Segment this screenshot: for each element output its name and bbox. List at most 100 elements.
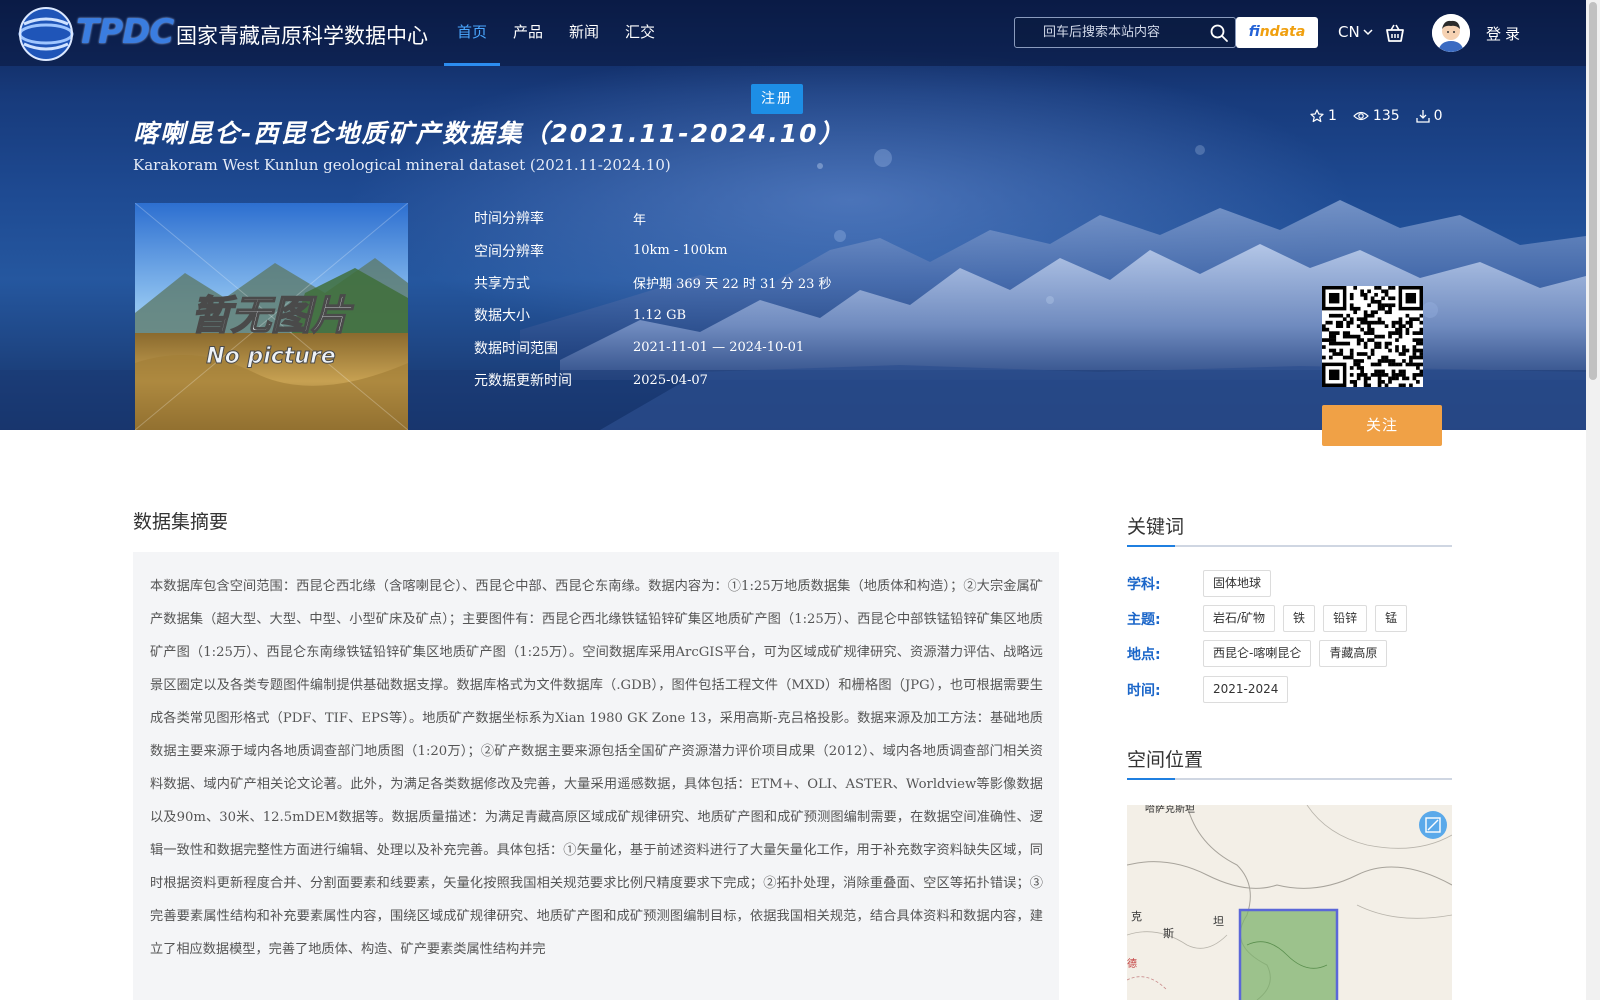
site-logo[interactable]: TPDC 国家青藏高原科学数据中心	[16, 4, 428, 64]
abstract-panel: 本数据库包含空间范围：西昆仑西北缘（含喀喇昆仑）、西昆仑中部、西昆仑东南缘。数据…	[133, 552, 1059, 1000]
keyword-tag[interactable]: 锰	[1375, 605, 1408, 632]
downloads-count: 0	[1433, 108, 1443, 124]
info-value-metadata-updated: 2025-04-07	[633, 372, 708, 388]
menu-item-products[interactable]: 产品	[500, 0, 556, 66]
keyword-tag[interactable]: 铅锌	[1323, 605, 1368, 632]
language-switcher[interactable]: CN	[1338, 23, 1374, 41]
dataset-hero: TPDC 国家青藏高原科学数据中心 首页 产品 新闻 汇交 findata CN	[0, 0, 1586, 430]
info-row: 元数据更新时间 2025-04-07	[474, 364, 974, 396]
info-value-time-range: 2021-11-01 — 2024-10-01	[633, 340, 805, 356]
keyword-tag[interactable]: 2021-2024	[1203, 676, 1289, 703]
map-label-tan: 坦	[1213, 914, 1224, 928]
stars-count: 1	[1328, 108, 1337, 124]
info-label-data-size: 数据大小	[474, 308, 530, 325]
keyword-label-place: 地点:	[1127, 646, 1161, 663]
map-label-ke: 克	[1131, 910, 1142, 923]
keyword-label-time: 时间:	[1127, 682, 1161, 699]
findata-button[interactable]: findata	[1236, 17, 1318, 48]
keyword-tag[interactable]: 青藏高原	[1319, 640, 1388, 667]
globe-logo-icon	[18, 7, 74, 61]
no-picture-cn: 暂无图片	[191, 293, 354, 339]
no-picture-en: No picture	[206, 344, 336, 369]
info-row: 时间分辨率 年	[474, 202, 974, 234]
menu-item-news[interactable]: 新闻	[556, 0, 612, 66]
info-row: 空间分辨率 10km - 100km	[474, 234, 974, 266]
map-canvas: 哈萨克斯坦 克 斯 坦 德	[1127, 805, 1452, 1000]
page-scrollbar[interactable]	[1586, 0, 1600, 1000]
keyword-label-theme: 主题:	[1127, 611, 1161, 628]
info-row: 数据大小 1.12 GB	[474, 299, 974, 331]
info-label-metadata-updated: 元数据更新时间	[474, 373, 572, 390]
views-count: 135	[1372, 108, 1400, 124]
qr-code	[1322, 286, 1424, 388]
abstract-heading: 数据集摘要	[133, 511, 229, 533]
keyword-tag[interactable]: 铁	[1283, 605, 1316, 632]
keyword-tag[interactable]: 岩石/矿物	[1203, 605, 1276, 632]
keyword-row-place: 地点: 西昆仑-喀喇昆仑 青藏高原	[1127, 640, 1388, 667]
cart-icon[interactable]	[1384, 22, 1406, 44]
map-label-top: 哈萨克斯坦	[1145, 805, 1195, 815]
keywords-heading: 关键词	[1127, 516, 1185, 538]
dataset-thumbnail: 暂无图片 No picture	[135, 203, 408, 430]
keyword-tag[interactable]: 固体地球	[1203, 570, 1272, 597]
avatar-icon	[1432, 14, 1470, 52]
chevron-down-icon	[1363, 29, 1373, 36]
keyword-tags: 西昆仑-喀喇昆仑 青藏高原	[1203, 640, 1388, 667]
dataset-stats: 1 135 0	[1310, 108, 1443, 124]
keyword-row-time: 时间: 2021-2024	[1127, 676, 1289, 703]
register-button[interactable]: 注册	[751, 84, 803, 114]
info-value-spatial-resolution: 10km - 100km	[633, 243, 728, 259]
dataset-info-list: 时间分辨率 年 空间分辨率 10km - 100km 共享方式 保护期 369 …	[474, 202, 974, 396]
downloads-stat: 0	[1416, 108, 1443, 124]
map-label-si: 斯	[1163, 927, 1174, 940]
download-icon	[1416, 110, 1430, 123]
views-stat: 135	[1353, 108, 1400, 124]
location-divider	[1127, 778, 1452, 780]
follow-button[interactable]: 关注	[1322, 405, 1442, 446]
qr-code-icon	[1322, 286, 1424, 388]
keyword-tags: 岩石/矿物 铁 铅锌 锰	[1203, 605, 1408, 632]
info-label-sharing: 共享方式	[474, 275, 530, 292]
no-picture-image: 暂无图片 No picture	[135, 203, 408, 430]
info-row: 数据时间范围 2021-11-01 — 2024-10-01	[474, 332, 974, 364]
info-value-sharing: 保护期 369 天 22 时 31 分 23 秒	[633, 277, 832, 293]
logo-abbreviation: TPDC	[76, 12, 174, 52]
scrollbar-thumb[interactable]	[1589, 2, 1597, 380]
findata-rest: ndata	[1259, 24, 1306, 40]
user-avatar[interactable]	[1432, 14, 1470, 52]
main-menu: 首页 产品 新闻 汇交	[444, 0, 668, 66]
top-nav-bar: TPDC 国家青藏高原科学数据中心 首页 产品 新闻 汇交 findata CN	[0, 0, 1586, 66]
map-label-de: 德	[1127, 957, 1137, 970]
star-icon	[1310, 109, 1324, 123]
site-search	[1014, 17, 1236, 48]
keyword-tag[interactable]: 西昆仑-喀喇昆仑	[1203, 640, 1312, 667]
fullscreen-icon[interactable]	[1419, 811, 1447, 839]
info-label-spatial-resolution: 空间分辨率	[474, 243, 544, 260]
keyword-label-subject: 学科:	[1127, 576, 1161, 593]
info-value-time-resolution: 年	[633, 212, 647, 228]
keyword-tags: 2021-2024	[1203, 676, 1289, 703]
keywords-divider	[1127, 545, 1452, 547]
dataset-title-en: Karakoram West Kunlun geological mineral…	[133, 156, 671, 174]
search-input[interactable]	[1015, 18, 1205, 47]
info-label-time-range: 数据时间范围	[474, 340, 558, 357]
login-link[interactable]: 登录	[1486, 23, 1524, 44]
info-row: 共享方式 保护期 369 天 22 时 31 分 23 秒	[474, 267, 974, 299]
keyword-row-theme: 主题: 岩石/矿物 铁 铅锌 锰	[1127, 605, 1408, 632]
location-map[interactable]: 哈萨克斯坦 克 斯 坦 德	[1127, 805, 1452, 1000]
menu-item-home[interactable]: 首页	[444, 0, 501, 66]
findata-f: f	[1248, 24, 1260, 40]
info-value-data-size: 1.12 GB	[633, 307, 687, 323]
eye-icon	[1353, 111, 1369, 121]
keyword-row-subject: 学科: 固体地球	[1127, 570, 1272, 597]
dataset-title-cn: 喀喇昆仑-西昆仑地质矿产数据集（2021.11-2024.10）	[133, 119, 846, 148]
language-label: CN	[1338, 23, 1360, 41]
stars-stat[interactable]: 1	[1310, 108, 1337, 124]
search-icon[interactable]	[1209, 23, 1229, 43]
location-heading: 空间位置	[1127, 749, 1204, 771]
logo-site-name: 国家青藏高原科学数据中心	[176, 24, 428, 48]
info-label-time-resolution: 时间分辨率	[474, 211, 544, 228]
menu-item-submit[interactable]: 汇交	[612, 0, 668, 66]
keyword-tags: 固体地球	[1203, 570, 1272, 597]
abstract-text: 本数据库包含空间范围：西昆仑西北缘（含喀喇昆仑）、西昆仑中部、西昆仑东南缘。数据…	[150, 579, 1043, 957]
